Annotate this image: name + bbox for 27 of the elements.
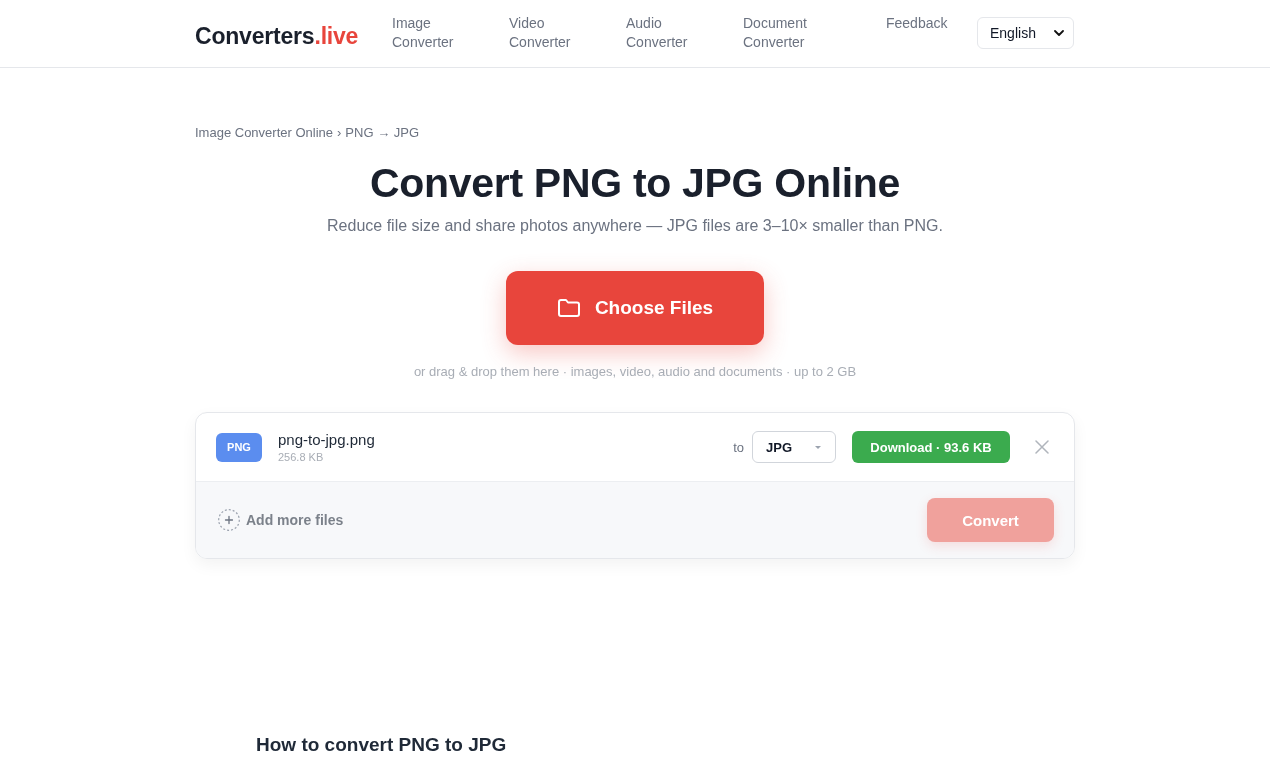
language-select[interactable]: English <box>977 17 1074 49</box>
file-name: png-to-jpg.png <box>278 430 375 449</box>
page-subtitle: Reduce file size and share photos anywhere — JPG files are 3–10× smaller than PNG. <box>326 216 944 236</box>
close-icon <box>1035 440 1049 454</box>
download-button[interactable]: Download · 93.6 KB <box>852 431 1010 463</box>
nav-link[interactable]: Audio Converter <box>626 14 706 52</box>
page-title: Convert PNG to JPG Online <box>368 159 902 207</box>
breadcrumb-current: PNG → JPG <box>345 124 420 142</box>
section-heading: How to convert PNG to JPG <box>256 733 508 757</box>
site-logo[interactable]: Converters.live <box>195 23 392 50</box>
nav-link[interactable]: Document Converter <box>743 14 823 52</box>
breadcrumb-separator: › <box>337 124 342 142</box>
nav-link[interactable]: Feedback <box>886 14 966 33</box>
upload-hint: or drag & drop them here · images, video, audio and documents · up to 2 GB <box>412 363 858 381</box>
chevron-down-icon <box>1054 30 1064 36</box>
caret-icon <box>815 445 821 449</box>
to-label: to <box>733 439 744 455</box>
plus-circle-icon <box>218 509 240 531</box>
file-type-badge: PNG <box>216 432 262 462</box>
folder-icon <box>556 298 581 318</box>
add-more-files-button[interactable]: Add more files <box>218 509 344 531</box>
nav-link[interactable]: Video Converter <box>509 14 589 52</box>
choose-files-button[interactable]: Choose Files <box>506 271 764 345</box>
file-size: 256.8 KB <box>278 450 325 464</box>
nav-link[interactable]: Image Converter <box>392 14 472 52</box>
format-select[interactable]: JPG <box>752 431 836 463</box>
breadcrumb-link[interactable]: Image Converter Online <box>195 124 333 142</box>
